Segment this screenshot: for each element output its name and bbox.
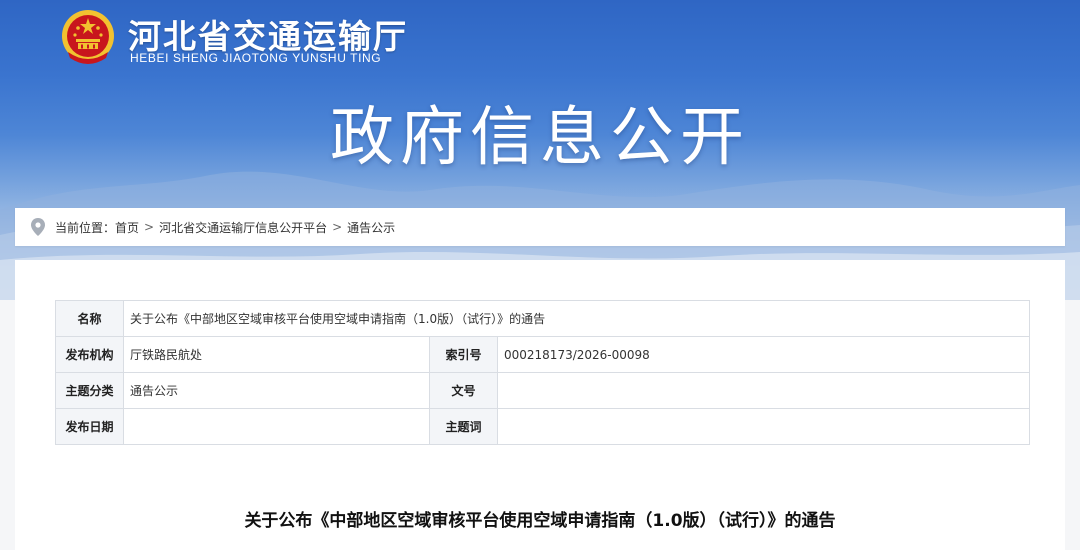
info-label-name: 名称	[55, 300, 124, 337]
info-value-date	[123, 408, 430, 445]
info-value-doc-number	[496, 372, 1031, 409]
breadcrumb-home-link[interactable]: 首页	[115, 219, 139, 236]
info-value-name: 关于公布《中部地区空域审核平台使用空域申请指南（1.0版）（试行）》的通告	[122, 300, 1031, 337]
document-title: 关于公布《中部地区空域审核平台使用空域申请指南（1.0版）（试行）》的通告	[244, 511, 836, 531]
breadcrumb-separator: >	[332, 220, 343, 234]
document-info-table: 名称 关于公布《中部地区空域审核平台使用空域申请指南（1.0版）（试行）》的通告…	[55, 300, 1031, 445]
info-value-index: 000218173/2026-00098	[496, 336, 1031, 373]
info-label-date: 发布日期	[55, 408, 124, 445]
info-label-doc-number: 文号	[429, 372, 498, 409]
breadcrumb-platform-link[interactable]: 河北省交通运输厅信息公开平台	[159, 219, 327, 236]
section-title: 政府信息公开	[330, 101, 750, 175]
content-card: 名称 关于公布《中部地区空域审核平台使用空域申请指南（1.0版）（试行）》的通告…	[15, 260, 1065, 550]
breadcrumb-prefix: 当前位置：	[55, 220, 116, 235]
header-banner: 河北省交通运输厅 HEBEI SHENG JIAOTONG YUNSHU TIN…	[0, 0, 1080, 300]
info-label-publisher: 发布机构	[55, 336, 124, 373]
info-value-publisher: 厅铁路民航处	[123, 336, 430, 373]
info-label-keywords: 主题词	[429, 408, 498, 445]
table-row: 发布机构 厅铁路民航处 索引号 000218173/2026-00098	[55, 336, 1031, 373]
table-row: 发布日期 主题词	[55, 408, 1031, 445]
breadcrumb-separator: >	[144, 220, 155, 234]
breadcrumb: 当前位置： 首页 > 河北省交通运输厅信息公开平台 > 通告公示	[15, 208, 1065, 246]
org-pinyin: HEBEI SHENG JIAOTONG YUNSHU TING	[130, 51, 382, 65]
info-value-keywords	[496, 408, 1031, 445]
info-label-index: 索引号	[429, 336, 498, 373]
national-emblem-icon	[62, 10, 114, 64]
location-pin-icon	[31, 218, 45, 236]
breadcrumb-notice-link[interactable]: 通告公示	[347, 219, 395, 236]
table-row: 名称 关于公布《中部地区空域审核平台使用空域申请指南（1.0版）（试行）》的通告	[55, 300, 1031, 337]
info-value-category: 通告公示	[123, 372, 430, 409]
info-label-category: 主题分类	[55, 372, 124, 409]
table-row: 主题分类 通告公示 文号	[55, 372, 1031, 409]
